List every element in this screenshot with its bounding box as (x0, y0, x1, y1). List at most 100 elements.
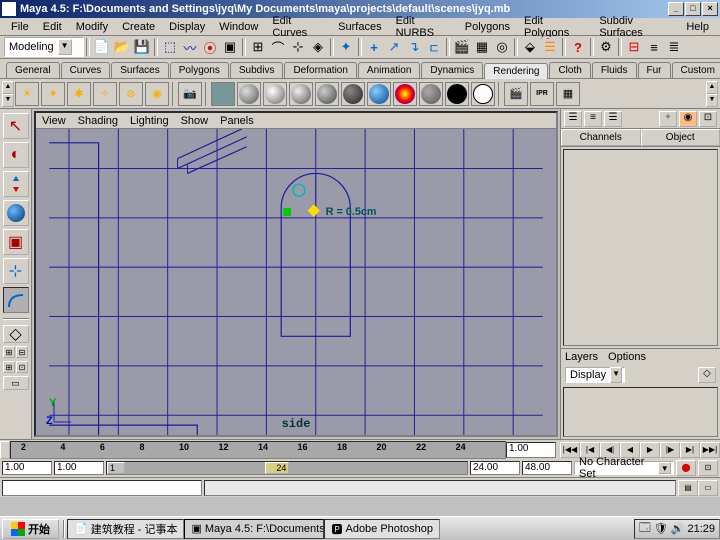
snap-grid-icon[interactable]: ⊞ (248, 37, 268, 57)
hypershade-icon[interactable]: ⬙ (520, 37, 540, 57)
tab-subdivs[interactable]: Subdivs (230, 62, 284, 78)
new-scene-icon[interactable]: 📄 (92, 37, 112, 57)
batch-render-icon[interactable]: ▦ (556, 82, 580, 106)
task-photoshop[interactable]: 🅿Adobe Photoshop (324, 519, 439, 539)
camera-icon[interactable]: 📷 (178, 82, 202, 106)
light-spot-icon[interactable]: ✧ (93, 82, 117, 106)
cb-list3-icon[interactable]: ☰ (604, 111, 622, 127)
cb-speed-icon[interactable]: ◉ (679, 111, 697, 127)
ts-grip[interactable] (0, 441, 10, 459)
task-maya[interactable]: ▣Maya 4.5: F:\Documents... (184, 519, 324, 539)
select-mask-icon[interactable]: ▣ (220, 37, 240, 57)
rotate-tool[interactable] (3, 200, 29, 226)
select-tool[interactable]: ↖ (3, 113, 29, 139)
render-current-icon[interactable]: 🎬 (504, 82, 528, 106)
menu-polygons[interactable]: Polygons (458, 21, 517, 33)
step-fwd-button[interactable]: |▶ (660, 442, 680, 458)
range-handle-end[interactable]: 24 (265, 462, 289, 474)
history-down-icon[interactable]: ↴ (404, 37, 424, 57)
layout-2-icon[interactable]: ≡ (644, 37, 664, 57)
new-layer-icon[interactable]: ◇ (698, 367, 716, 383)
ipr-render-icon[interactable]: IPR (530, 82, 554, 106)
maximize-button[interactable]: □ (685, 2, 701, 16)
make-live-icon[interactable]: ✦ (336, 37, 356, 57)
layout-3-icon[interactable]: ≣ (664, 37, 684, 57)
menu-file[interactable]: File (4, 21, 36, 33)
current-frame-field[interactable]: 1.00 (506, 442, 556, 458)
tab-animation[interactable]: Animation (358, 62, 420, 78)
task-notepad[interactable]: 📄建筑教程 - 记事本 (67, 519, 184, 539)
range-start-inner[interactable]: 1.00 (54, 461, 104, 475)
shelf-scroll-r[interactable]: ▲▼ (706, 81, 718, 107)
menu-display[interactable]: Display (162, 21, 212, 33)
construction-icon[interactable]: ㄷ (424, 37, 444, 57)
tab-curves[interactable]: Curves (61, 62, 111, 78)
lambert-icon[interactable] (237, 82, 261, 106)
tray-icon[interactable]: 🔊 (671, 522, 685, 535)
layered-icon[interactable] (367, 82, 391, 106)
viewport-canvas[interactable]: R = 0.5cm Y Z side (36, 129, 556, 435)
mel-input[interactable] (2, 480, 202, 496)
tab-polygons[interactable]: Polygons (170, 62, 229, 78)
layers-menu[interactable]: Layers (565, 351, 598, 363)
three-layout[interactable]: ⊞ (3, 361, 15, 373)
lasso-tool-icon[interactable]: 〰 (180, 37, 200, 57)
four-layout[interactable]: ⊞ (3, 346, 15, 358)
menu-help[interactable]: Help (679, 21, 716, 33)
render-icon[interactable]: 🎬 (452, 37, 472, 57)
lasso-tool[interactable]: ◐ (3, 142, 29, 168)
cb-list-icon[interactable]: ☰ (564, 111, 582, 127)
last-tool[interactable] (3, 287, 29, 313)
show-manip-tool[interactable]: ⊹ (3, 258, 29, 284)
snap-curve-icon[interactable]: ⌒ (268, 37, 288, 57)
help-line-button[interactable]: ▭ (698, 480, 718, 496)
go-end-button[interactable]: ▶▶| (700, 442, 720, 458)
anisotropic-icon[interactable] (341, 82, 365, 106)
display-dropdown[interactable]: Display ▼ (565, 367, 625, 383)
options-menu[interactable]: Options (608, 351, 646, 363)
light-directional-icon[interactable]: ✦ (41, 82, 65, 106)
range-track[interactable]: 1 24 (106, 461, 468, 475)
charset-dropdown[interactable]: No Character Set ▼ (574, 461, 674, 475)
range-handle-start[interactable]: 1 (107, 462, 125, 474)
tab-fur[interactable]: Fur (638, 62, 671, 78)
shading-map-icon[interactable] (419, 82, 443, 106)
cb-list2-icon[interactable]: ≡ (584, 111, 602, 127)
tray-icon[interactable]: 🗔 (639, 519, 651, 538)
close-button[interactable]: × (702, 2, 718, 16)
ts-track[interactable]: 2 4 6 8 10 12 14 16 18 20 22 24 (10, 441, 506, 459)
vp-menu-panels[interactable]: Panels (220, 115, 254, 127)
cb-manip-icon[interactable]: ✦ (659, 111, 677, 127)
quick-help-icon[interactable]: ? (568, 37, 588, 57)
range-end-inner[interactable]: 24.00 (470, 461, 520, 475)
autokey-button[interactable]: ⬤ (676, 460, 696, 476)
snap-point-icon[interactable]: ⊹ (288, 37, 308, 57)
anim-prefs-button[interactable]: ⊡ (698, 460, 718, 476)
show-attr-icon[interactable]: ⚙ (596, 37, 616, 57)
prev-layout[interactable]: ⊡ (16, 361, 28, 373)
blinn-icon[interactable] (263, 82, 287, 106)
vp-menu-shading[interactable]: Shading (78, 115, 118, 127)
menu-edit[interactable]: Edit (36, 21, 69, 33)
tab-fluids[interactable]: Fluids (592, 62, 637, 78)
tab-custom[interactable]: Custom (672, 62, 720, 78)
history-add-icon[interactable]: + (364, 37, 384, 57)
history-arrow-icon[interactable]: ↗ (384, 37, 404, 57)
tab-cloth[interactable]: Cloth (549, 62, 590, 78)
tab-general[interactable]: General (6, 62, 60, 78)
light-ambient-icon[interactable]: ☀ (15, 82, 39, 106)
menu-modify[interactable]: Modify (69, 21, 115, 33)
range-end-outer[interactable]: 48.00 (522, 461, 572, 475)
open-scene-icon[interactable]: 📂 (112, 37, 132, 57)
paint-select-icon[interactable]: ⦿ (200, 37, 220, 57)
shelf-scroll[interactable]: ▲▼ (2, 81, 14, 107)
scale-tool[interactable]: ▣ (3, 229, 29, 255)
save-scene-icon[interactable]: 💾 (132, 37, 152, 57)
menu-edit-nurbs[interactable]: Edit NURBS (389, 15, 458, 39)
menu-window[interactable]: Window (212, 21, 265, 33)
light-point-icon[interactable]: ✱ (67, 82, 91, 106)
render-globals-icon[interactable]: ◎ (492, 37, 512, 57)
mode-dropdown[interactable]: Modeling ▼ (4, 37, 84, 57)
layout-options[interactable]: ▭ (3, 376, 29, 390)
vp-menu-view[interactable]: View (42, 115, 66, 127)
